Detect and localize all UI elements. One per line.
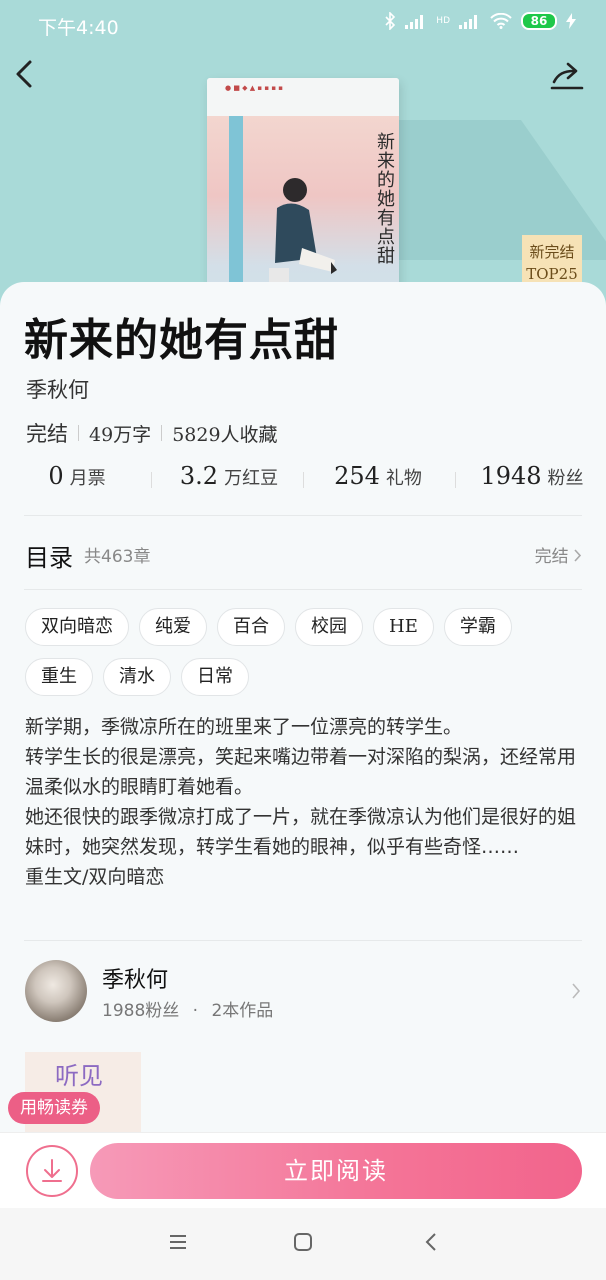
tag[interactable]: 重生 <box>25 658 93 696</box>
book-author[interactable]: 季秋何 <box>26 374 89 404</box>
menu-icon[interactable] <box>168 1232 188 1252</box>
chevron-right-icon <box>574 549 582 562</box>
author-name: 季秋何 <box>102 968 169 993</box>
tag-list: 双向暗恋 纯爱 百合 校园 HE 学霸 重生 清水 日常 <box>25 608 585 696</box>
author-works: 2本作品 <box>211 1001 274 1021</box>
status-icons: HD 86 <box>384 12 576 30</box>
charging-icon <box>566 13 576 29</box>
divider <box>78 425 79 441</box>
cover-girl-illustration <box>269 178 337 294</box>
divider <box>455 472 456 488</box>
description-line: 重生文/双向暗恋 <box>25 866 165 888</box>
stat-unit: 粉丝 <box>547 468 584 489</box>
tag[interactable]: 百合 <box>217 608 285 646</box>
bottom-action-bar: 立即阅读 <box>0 1132 606 1208</box>
stat-unit: 万红豆 <box>224 468 279 489</box>
stat-red-beans[interactable]: 3.2 万红豆 <box>170 462 288 490</box>
battery-icon: 86 <box>521 12 557 30</box>
stat-monthly-votes[interactable]: 0 月票 <box>28 462 126 490</box>
tag[interactable]: 双向暗恋 <box>25 608 129 646</box>
stat-value: 254 <box>334 462 380 490</box>
tag[interactable]: 清水 <box>103 658 171 696</box>
network-type: HD <box>436 16 450 26</box>
cover-header: ● ■ ◆ ▲ ▪ ▪ ▪ ▪ <box>207 78 399 116</box>
description-line: 转学生长的很是漂亮，笑起来嘴边带着一对深陷的梨涡，还经常用温柔似水的眼睛盯着她看… <box>25 746 577 798</box>
stat-value: 0 <box>48 462 64 490</box>
chevron-right-icon <box>572 983 581 999</box>
status-time: 下午4:40 <box>38 17 119 39</box>
status-bar: 下午4:40 HD 86 <box>0 0 606 48</box>
voucher-button[interactable]: 用畅读券 <box>8 1092 100 1124</box>
stat-gifts[interactable]: 254 礼物 <box>322 462 434 490</box>
related-cover-text: 听见 <box>55 1062 103 1090</box>
wifi-icon <box>490 13 512 29</box>
book-status: 完结 <box>26 422 68 446</box>
divider <box>24 940 582 941</box>
back-arrow-icon[interactable] <box>10 58 42 90</box>
back-icon[interactable] <box>422 1232 442 1252</box>
favorites-count: 5829人收藏 <box>172 423 278 446</box>
divider <box>303 472 304 488</box>
download-icon <box>42 1159 62 1182</box>
signal-icon-2 <box>459 15 477 29</box>
system-nav-bar <box>0 1208 606 1280</box>
book-meta: 完结 49万字 5829人收藏 <box>26 418 278 448</box>
description-line: 她还很快的跟季微凉打成了一片，就在季微凉认为他们是很好的姐妹时，她突然发现，转学… <box>25 806 577 858</box>
read-now-button[interactable]: 立即阅读 <box>90 1143 582 1199</box>
stat-value: 1948 <box>480 462 542 490</box>
author-fans: 1988粉丝 <box>102 1001 180 1021</box>
cover-title: 新来的她有点甜 <box>374 132 395 265</box>
stat-value: 3.2 <box>179 462 219 490</box>
author-avatar[interactable] <box>25 960 87 1022</box>
tag[interactable]: HE <box>373 608 434 646</box>
book-title: 新来的她有点甜 <box>24 315 339 366</box>
home-icon[interactable] <box>293 1232 313 1252</box>
toc-status-text: 完结 <box>534 547 569 567</box>
tag[interactable]: 学霸 <box>443 608 512 646</box>
toc-chapter-count: 共463章 <box>84 547 151 567</box>
stat-unit: 礼物 <box>385 468 422 489</box>
description-line: 新学期，季微凉所在的班里来了一位漂亮的转学生。 <box>25 716 463 738</box>
tag[interactable]: 校园 <box>295 608 363 646</box>
separator-dot: · <box>192 1001 199 1021</box>
badge-line1: 新完结 <box>529 243 575 261</box>
tag[interactable]: 纯爱 <box>139 608 207 646</box>
toc-label: 目录 <box>25 544 73 572</box>
tag[interactable]: 日常 <box>181 658 249 696</box>
divider <box>161 425 163 441</box>
stat-fans[interactable]: 1948 粉丝 <box>472 462 592 490</box>
publisher-logo: ● ■ ◆ ▲ ▪ ▪ ▪ ▪ <box>225 84 284 92</box>
word-count: 49万字 <box>89 423 152 446</box>
divider <box>151 472 152 488</box>
stat-unit: 月票 <box>69 468 106 489</box>
book-description: 新学期，季微凉所在的班里来了一位漂亮的转学生。 转学生长的很是漂亮，笑起来嘴边带… <box>25 712 585 892</box>
download-button[interactable] <box>26 1145 78 1197</box>
toc-status: 完结 <box>535 542 582 567</box>
divider <box>24 515 582 516</box>
book-stats: 0 月票 3.2 万红豆 254 礼物 1948 粉丝 <box>0 462 606 498</box>
divider <box>24 589 582 590</box>
signal-icon <box>405 15 424 29</box>
author-stats: 1988粉丝 · 2本作品 <box>102 996 273 1021</box>
share-icon[interactable] <box>548 58 586 92</box>
bluetooth-icon <box>385 12 396 30</box>
